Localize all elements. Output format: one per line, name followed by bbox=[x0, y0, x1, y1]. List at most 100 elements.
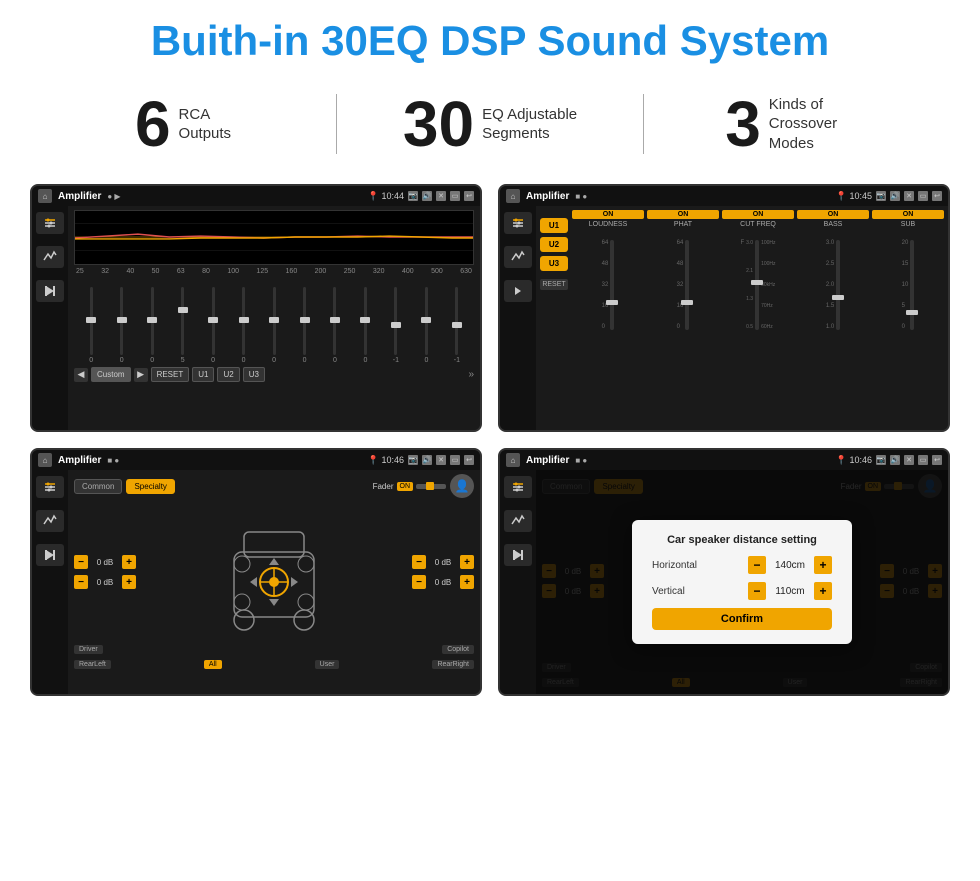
slider-track-12[interactable] bbox=[425, 287, 428, 355]
slider-track-13[interactable] bbox=[455, 287, 458, 355]
db3-plus-btn[interactable]: + bbox=[460, 555, 474, 569]
slider-thumb-10[interactable] bbox=[360, 317, 370, 323]
slider-track-8[interactable] bbox=[303, 287, 306, 355]
slider-track-2[interactable] bbox=[120, 287, 123, 355]
sub-thumb[interactable] bbox=[906, 310, 918, 315]
db3-minus-btn[interactable]: − bbox=[412, 555, 426, 569]
rearright-btn[interactable]: RearRight bbox=[432, 660, 474, 669]
eq-slider-7: 0 bbox=[259, 287, 289, 364]
cutfreq-on-btn[interactable]: ON bbox=[722, 210, 794, 219]
s2-side-btn2[interactable] bbox=[504, 246, 532, 268]
slider-track-7[interactable] bbox=[273, 287, 276, 355]
confirm-button[interactable]: Confirm bbox=[652, 608, 832, 630]
screen2-home-icon[interactable]: ⌂ bbox=[506, 189, 520, 203]
slider-track-3[interactable] bbox=[151, 287, 154, 355]
s4-side-btn1[interactable] bbox=[504, 476, 532, 498]
s3-side-btn3[interactable] bbox=[36, 544, 64, 566]
eq-u3-btn[interactable]: U3 bbox=[243, 367, 265, 382]
eq-side-btn1[interactable] bbox=[36, 212, 64, 234]
screen2-back[interactable]: ↩ bbox=[932, 191, 942, 201]
s2-side-btn1[interactable] bbox=[504, 212, 532, 234]
slider-thumb-12[interactable] bbox=[421, 317, 431, 323]
db1-minus-btn[interactable]: − bbox=[74, 555, 88, 569]
horizontal-minus-btn[interactable]: − bbox=[748, 556, 766, 574]
phat-slider[interactable] bbox=[685, 240, 689, 330]
slider-thumb-9[interactable] bbox=[330, 317, 340, 323]
fader-on-btn[interactable]: ON bbox=[397, 482, 414, 491]
u2-preset-btn[interactable]: U2 bbox=[540, 237, 568, 252]
eq-u2-btn[interactable]: U2 bbox=[217, 367, 239, 382]
copilot-btn[interactable]: Copilot bbox=[442, 645, 474, 654]
eq-u1-btn[interactable]: U1 bbox=[192, 367, 214, 382]
eq-slider-6: 0 bbox=[228, 287, 258, 364]
bass-on-btn[interactable]: ON bbox=[797, 210, 869, 219]
slider-thumb-11[interactable] bbox=[391, 322, 401, 328]
horizontal-plus-btn[interactable]: + bbox=[814, 556, 832, 574]
specialty-tab[interactable]: Specialty bbox=[126, 479, 174, 494]
eq-prev-btn[interactable]: ◀ bbox=[74, 368, 88, 382]
slider-track-9[interactable] bbox=[333, 287, 336, 355]
slider-thumb-3[interactable] bbox=[147, 317, 157, 323]
cutfreq-slider[interactable] bbox=[755, 240, 759, 330]
home-icon[interactable]: ⌂ bbox=[38, 189, 52, 203]
slider-thumb-7[interactable] bbox=[269, 317, 279, 323]
u1-preset-btn[interactable]: U1 bbox=[540, 218, 568, 233]
user-btn[interactable]: User bbox=[315, 660, 340, 669]
vertical-plus-btn[interactable]: + bbox=[814, 582, 832, 600]
sub-on-btn[interactable]: ON bbox=[872, 210, 944, 219]
eq-reset-btn[interactable]: RESET bbox=[151, 367, 190, 382]
db2-minus-btn[interactable]: − bbox=[74, 575, 88, 589]
slider-thumb-1[interactable] bbox=[86, 317, 96, 323]
slider-thumb-5[interactable] bbox=[208, 317, 218, 323]
phat-on-btn[interactable]: ON bbox=[647, 210, 719, 219]
eq-next-btn[interactable]: ▶ bbox=[134, 368, 148, 382]
s4-side-btn2[interactable] bbox=[504, 510, 532, 532]
u3-preset-btn[interactable]: U3 bbox=[540, 256, 568, 271]
s3-side-btn2[interactable] bbox=[36, 510, 64, 532]
all-btn[interactable]: All bbox=[204, 660, 222, 669]
eq-custom-btn[interactable]: Custom bbox=[91, 367, 131, 382]
db4-plus-btn[interactable]: + bbox=[460, 575, 474, 589]
eq-side-btn2[interactable] bbox=[36, 246, 64, 268]
slider-thumb-6[interactable] bbox=[239, 317, 249, 323]
loudness-slider[interactable] bbox=[610, 240, 614, 330]
slider-track-6[interactable] bbox=[242, 287, 245, 355]
profile-icon[interactable]: 👤 bbox=[450, 474, 474, 498]
fader-thumb[interactable] bbox=[426, 482, 434, 490]
db1-plus-btn[interactable]: + bbox=[122, 555, 136, 569]
slider-track-11[interactable] bbox=[394, 287, 397, 355]
bass-thumb[interactable] bbox=[832, 295, 844, 300]
slider-track-1[interactable] bbox=[90, 287, 93, 355]
slider-thumb-13[interactable] bbox=[452, 322, 462, 328]
screen3-home-icon[interactable]: ⌂ bbox=[38, 453, 52, 467]
loudness-on-btn[interactable]: ON bbox=[572, 210, 644, 219]
screen2-app-title: Amplifier bbox=[526, 191, 569, 202]
slider-thumb-4[interactable] bbox=[178, 307, 188, 313]
slider-track-10[interactable] bbox=[364, 287, 367, 355]
db2-plus-btn[interactable]: + bbox=[122, 575, 136, 589]
s2-side-btn3[interactable] bbox=[504, 280, 532, 302]
vertical-minus-btn[interactable]: − bbox=[748, 582, 766, 600]
s2-reset-btn[interactable]: RESET bbox=[540, 279, 568, 290]
bass-slider[interactable] bbox=[836, 240, 840, 330]
slider-track-4[interactable] bbox=[181, 287, 184, 355]
s3-side-btn1[interactable] bbox=[36, 476, 64, 498]
screen4-home-icon[interactable]: ⌂ bbox=[506, 453, 520, 467]
cutfreq-thumb[interactable] bbox=[751, 280, 763, 285]
screen1-back[interactable]: ↩ bbox=[464, 191, 474, 201]
s4-side-btn3[interactable] bbox=[504, 544, 532, 566]
phat-thumb[interactable] bbox=[681, 300, 693, 305]
loudness-thumb[interactable] bbox=[606, 300, 618, 305]
db4-minus-btn[interactable]: − bbox=[412, 575, 426, 589]
common-tab[interactable]: Common bbox=[74, 479, 122, 494]
rearleft-btn[interactable]: RearLeft bbox=[74, 660, 111, 669]
slider-thumb-2[interactable] bbox=[117, 317, 127, 323]
driver-btn[interactable]: Driver bbox=[74, 645, 103, 654]
eq-side-btn3[interactable] bbox=[36, 280, 64, 302]
sub-slider[interactable] bbox=[910, 240, 914, 330]
screen4-back[interactable]: ↩ bbox=[932, 455, 942, 465]
fader-slider[interactable] bbox=[416, 484, 446, 489]
screen3-back[interactable]: ↩ bbox=[464, 455, 474, 465]
slider-thumb-8[interactable] bbox=[300, 317, 310, 323]
slider-track-5[interactable] bbox=[212, 287, 215, 355]
